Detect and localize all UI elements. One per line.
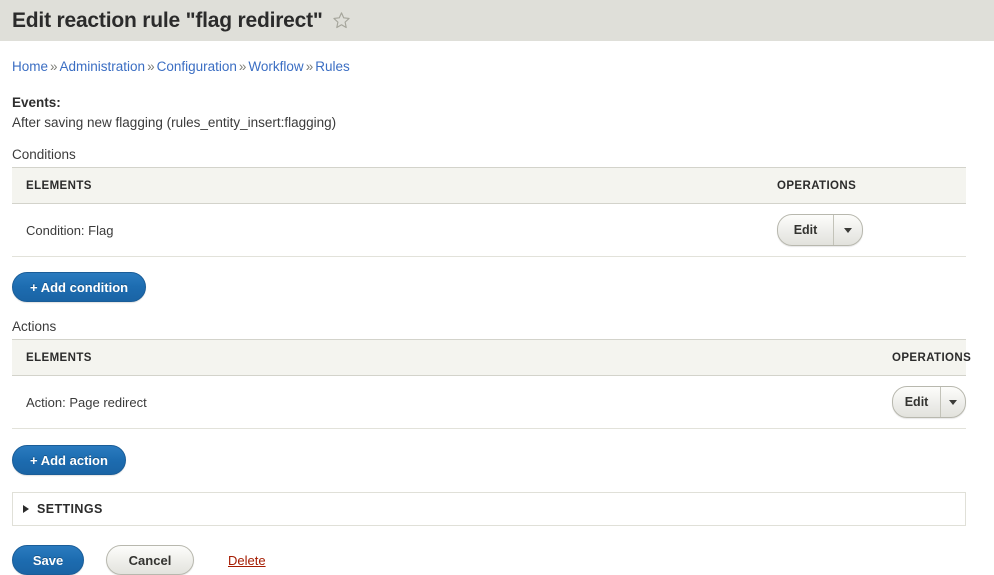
breadcrumb: Home» Administration» Configuration» Workfl… xyxy=(12,41,980,74)
action-element-label: Action: Page redirect xyxy=(12,375,878,429)
add-action-button[interactable]: + Add action xyxy=(12,445,126,475)
column-header-operations: OPERATIONS xyxy=(878,339,971,376)
add-action-wrapper: + Add action xyxy=(12,429,980,475)
actions-section-label: Actions xyxy=(12,319,57,334)
chevron-down-icon xyxy=(844,227,852,233)
settings-fieldset: SETTINGS xyxy=(12,492,966,526)
breadcrumb-separator: » xyxy=(305,59,314,74)
table-row: Condition: Flag Edit xyxy=(12,203,966,257)
breadcrumb-item-rules[interactable]: Rules xyxy=(315,59,350,74)
action-edit-dropbutton[interactable]: Edit xyxy=(892,386,966,418)
actions-table: ELEMENTS OPERATIONS Action: Page redirec… xyxy=(12,339,971,429)
caret-right-icon xyxy=(23,505,29,513)
breadcrumb-item-administration[interactable]: Administration xyxy=(60,59,146,74)
breadcrumb-separator: » xyxy=(238,59,247,74)
condition-edit-dropbutton[interactable]: Edit xyxy=(777,214,863,246)
settings-label: SETTINGS xyxy=(37,502,103,516)
breadcrumb-separator: » xyxy=(147,59,155,74)
page-title: Edit reaction rule "flag redirect" xyxy=(12,8,323,32)
events-label: Events: xyxy=(12,95,61,110)
events-value: After saving new flagging (rules_entity_… xyxy=(12,115,337,130)
page-content: Home» Administration» Configuration» Workfl… xyxy=(0,41,994,575)
breadcrumb-item-home[interactable]: Home xyxy=(12,59,48,74)
star-outline-icon[interactable] xyxy=(332,11,351,30)
condition-edit-button[interactable]: Edit xyxy=(778,215,834,245)
conditions-section-label: Conditions xyxy=(12,147,76,162)
form-actions: Save Cancel Delete xyxy=(12,526,980,575)
action-edit-button[interactable]: Edit xyxy=(893,387,942,417)
breadcrumb-separator: » xyxy=(50,59,58,74)
breadcrumb-item-workflow[interactable]: Workflow xyxy=(248,59,303,74)
condition-element-label: Condition: Flag xyxy=(12,203,763,257)
delete-link[interactable]: Delete xyxy=(228,553,266,568)
column-header-elements: ELEMENTS xyxy=(12,167,763,204)
page-header: Edit reaction rule "flag redirect" xyxy=(0,0,994,41)
column-header-operations: OPERATIONS xyxy=(763,167,966,204)
condition-operations-cell: Edit xyxy=(763,203,966,257)
table-header-row: ELEMENTS OPERATIONS xyxy=(12,339,971,376)
breadcrumb-item-configuration[interactable]: Configuration xyxy=(157,59,237,74)
column-header-elements: ELEMENTS xyxy=(12,339,878,376)
add-condition-button[interactable]: + Add condition xyxy=(12,272,147,302)
table-header-row: ELEMENTS OPERATIONS xyxy=(12,167,966,204)
table-row: Action: Page redirect Edit xyxy=(12,375,966,429)
action-operations-cell: Edit xyxy=(878,375,966,429)
add-condition-wrapper: + Add condition xyxy=(12,257,980,302)
settings-toggle[interactable]: SETTINGS xyxy=(23,502,965,516)
condition-edit-dropdown-toggle[interactable] xyxy=(834,215,862,245)
conditions-table: ELEMENTS OPERATIONS Condition: Flag Edit xyxy=(12,167,966,257)
chevron-down-icon xyxy=(949,399,958,405)
action-edit-dropdown-toggle[interactable] xyxy=(941,387,965,417)
